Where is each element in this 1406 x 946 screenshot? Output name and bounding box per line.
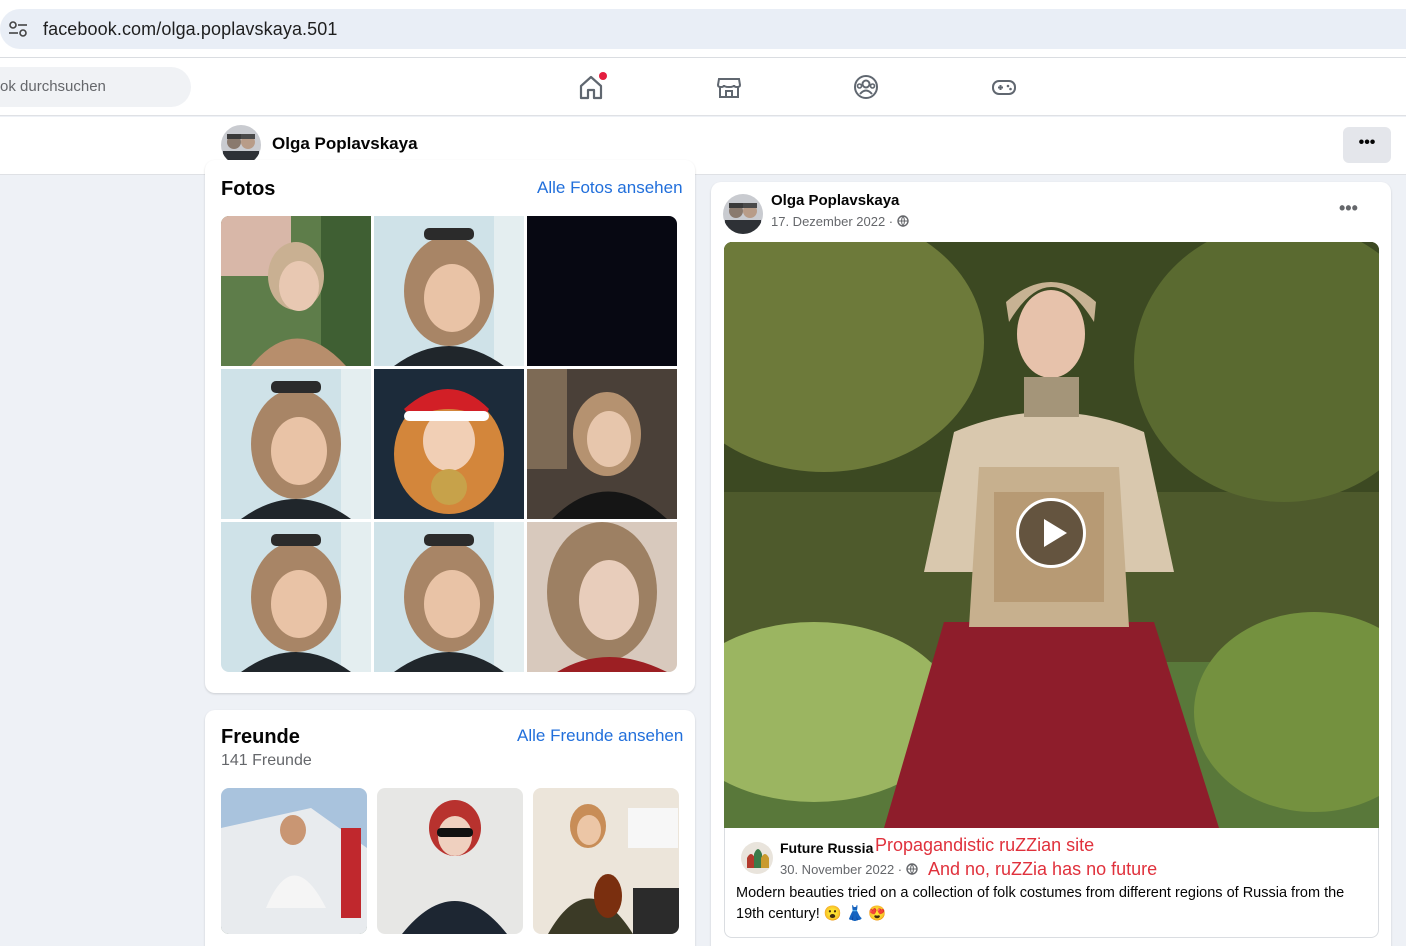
profile-more-button[interactable]: ••• xyxy=(1343,127,1391,163)
photo-thumbnail[interactable] xyxy=(221,216,371,366)
post-author-avatar[interactable] xyxy=(723,194,763,234)
post-video[interactable] xyxy=(724,242,1379,828)
friends-count: 141 Freunde xyxy=(221,752,312,769)
photo-thumbnail[interactable] xyxy=(374,369,524,519)
photo-thumbnail[interactable] xyxy=(527,369,677,519)
marketplace-icon[interactable] xyxy=(715,73,743,101)
post-card: Olga Poplavskaya 17. Dezember 2022 · ••• xyxy=(711,182,1391,946)
shared-post-box[interactable]: Future Russia 30. November 2022 · Propag… xyxy=(724,828,1379,938)
annotation-propaganda: Propagandistic ruZZian site xyxy=(875,835,1095,855)
friend-photo[interactable] xyxy=(377,788,523,934)
shared-date: 30. November 2022 · xyxy=(780,862,918,877)
post-date: 17. Dezember 2022 · xyxy=(771,214,909,229)
search-placeholder: ok durchsuchen xyxy=(0,78,106,95)
photo-thumbnail[interactable] xyxy=(221,522,371,672)
groups-icon[interactable] xyxy=(852,73,880,101)
site-settings-icon[interactable] xyxy=(8,20,28,38)
friend-photo[interactable] xyxy=(221,788,367,934)
shared-page-name[interactable]: Future Russia xyxy=(780,840,873,856)
address-bar[interactable]: facebook.com/olga.poplavskaya.501 xyxy=(0,9,1406,49)
photo-thumbnail[interactable] xyxy=(374,522,524,672)
photos-title: Fotos xyxy=(221,178,276,200)
photo-thumbnail[interactable] xyxy=(527,522,677,672)
photos-card: Fotos Alle Fotos ansehen xyxy=(205,160,695,693)
photo-thumbnail[interactable] xyxy=(374,216,524,366)
friend-photo[interactable] xyxy=(533,788,679,934)
search-input[interactable]: ok durchsuchen xyxy=(0,67,191,107)
shared-page-avatar[interactable] xyxy=(741,842,773,874)
profile-avatar[interactable] xyxy=(221,125,261,165)
play-button[interactable] xyxy=(1016,498,1086,568)
annotation-no-future: And no, ruZZia has no future xyxy=(928,859,1158,879)
friends-title: Freunde xyxy=(221,726,300,748)
globe-icon xyxy=(906,863,918,875)
shared-post-text: Modern beauties tried on a collection of… xyxy=(736,885,1345,922)
see-all-photos-link[interactable]: Alle Fotos ansehen xyxy=(537,178,683,198)
url-text[interactable]: facebook.com/olga.poplavskaya.501 xyxy=(43,19,338,40)
facebook-top-nav: ok durchsuchen xyxy=(0,58,1406,116)
photo-thumbnail[interactable] xyxy=(527,216,677,366)
notification-dot xyxy=(599,72,607,80)
photo-thumbnail[interactable] xyxy=(221,369,371,519)
globe-icon xyxy=(897,215,909,227)
post-more-button[interactable]: ••• xyxy=(1339,198,1358,219)
play-icon xyxy=(1044,519,1067,547)
post-date-text[interactable]: 17. Dezember 2022 · xyxy=(771,214,897,229)
see-all-friends-link[interactable]: Alle Freunde ansehen xyxy=(517,726,683,746)
profile-name[interactable]: Olga Poplavskaya xyxy=(272,134,418,154)
gaming-icon[interactable] xyxy=(990,73,1018,101)
post-author-name[interactable]: Olga Poplavskaya xyxy=(771,192,899,209)
friends-card: Freunde 141 Freunde Alle Freunde ansehen xyxy=(205,710,695,946)
browser-bar: facebook.com/olga.poplavskaya.501 xyxy=(0,0,1406,58)
shared-date-text[interactable]: 30. November 2022 · xyxy=(780,862,906,877)
